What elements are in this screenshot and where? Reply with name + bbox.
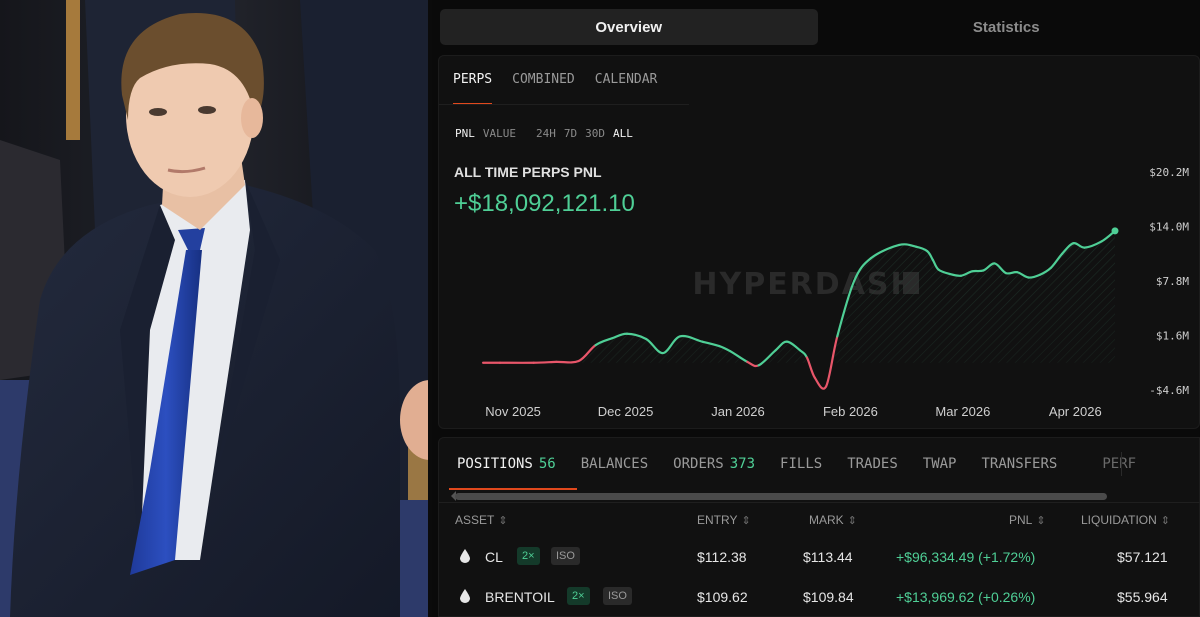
x-axis-tick-label: Nov 2025 (485, 404, 541, 419)
horizontal-scrollbar[interactable] (455, 493, 1107, 500)
tab-trades[interactable]: TRADES (847, 456, 898, 472)
tab-label: BALANCES (580, 456, 649, 472)
column-header-entry[interactable]: ENTRY ⇕ (697, 513, 751, 527)
droplet-icon (460, 549, 470, 563)
pnl-line-segment (971, 269, 985, 273)
table-row[interactable]: BRENTOIL 2× ISO $109.62 $109.84 +$13,969… (439, 582, 1200, 612)
positions-tab-bar: POSITIONS 56 BALANCES ORDERS 373 FILLS TRA… (457, 456, 1161, 472)
chart-area-fill (483, 230, 1115, 363)
pnl-line-segment (813, 376, 828, 390)
x-axis-tick-label: Dec 2025 (598, 404, 654, 419)
tab-statistics[interactable]: Statistics (818, 9, 1196, 45)
column-label: MARK (809, 513, 844, 527)
tab-orders[interactable]: ORDERS 373 (673, 456, 755, 472)
portrait-photo (0, 0, 428, 617)
leverage-badge: 2× (517, 547, 540, 565)
active-tab-indicator (449, 488, 577, 490)
tab-separator (1121, 452, 1122, 476)
pnl-chart: HYPERDASH$20.2M$14.0M$7.8M$1.6M-$4.6MNov… (482, 166, 1189, 419)
droplet-icon (460, 589, 470, 603)
tab-positions[interactable]: POSITIONS 56 (457, 456, 556, 472)
liquidation-price: $55.964 (1117, 589, 1168, 605)
table-divider (439, 502, 1200, 503)
x-axis-tick-label: Feb 2026 (823, 404, 878, 419)
portrait-illustration (0, 0, 428, 617)
mark-price: $109.84 (803, 589, 854, 605)
entry-price: $109.62 (697, 589, 748, 605)
pnl-line-segment (555, 359, 580, 364)
pnl-line-segment (532, 360, 558, 364)
column-label: PNL (1009, 513, 1033, 527)
tab-label: TRADES (847, 456, 898, 472)
x-axis-tick-label: Apr 2026 (1049, 404, 1102, 419)
tab-transfers[interactable]: TRANSFERS (981, 456, 1057, 472)
leverage-badge: 2× (567, 587, 590, 605)
positions-card: POSITIONS 56 BALANCES ORDERS 373 FILLS TRA… (438, 437, 1200, 617)
orders-count: 373 (729, 456, 756, 472)
tab-label: POSITIONS (457, 456, 533, 472)
liquidation-price: $57.121 (1117, 549, 1168, 565)
position-pnl: +$13,969.62 (+0.26%) (896, 589, 1036, 605)
sort-icon: ⇕ (1160, 515, 1171, 527)
y-axis-tick-label: $1.6M (1156, 330, 1189, 343)
positions-count: 56 (538, 456, 556, 472)
column-label: LIQUIDATION (1081, 513, 1157, 527)
asset-name: CL (485, 549, 503, 565)
tab-fills[interactable]: FILLS (780, 456, 822, 472)
tab-balances[interactable]: BALANCES (581, 456, 648, 472)
pnl-line-segment (805, 356, 816, 379)
sort-icon: ⇕ (741, 515, 751, 527)
pnl-end-point (1111, 227, 1119, 235)
tab-label: TRANSFERS (981, 456, 1058, 472)
y-axis-tick-label: -$4.6M (1149, 384, 1189, 397)
y-axis-tick-label: $20.2M (1149, 166, 1189, 179)
pnl-chart-card: PERPS COMBINED CALENDAR PNL VALUE 24H 7D… (438, 55, 1200, 429)
margin-badge: ISO (603, 587, 632, 605)
tab-perf[interactable]: PERF (1102, 456, 1136, 472)
top-tab-bar: Overview Statistics (440, 9, 1195, 45)
tab-label: FILLS (780, 456, 823, 472)
column-header-pnl[interactable]: PNL ⇕ (1009, 513, 1046, 527)
position-pnl: +$96,334.49 (+1.72%) (896, 549, 1036, 565)
trading-dashboard: Overview Statistics PERPS COMBINED CALEN… (432, 0, 1200, 617)
y-axis-tick-label: $7.8M (1156, 275, 1189, 288)
column-label: ENTRY (697, 513, 738, 527)
column-header-asset[interactable]: ASSET ⇕ (455, 513, 508, 527)
tab-label: PERF (1102, 456, 1137, 472)
table-row[interactable]: CL 2× ISO $112.38 $113.44 +$96,334.49 (+… (439, 542, 1200, 572)
tab-overview[interactable]: Overview (440, 9, 818, 45)
sort-icon: ⇕ (1036, 515, 1046, 527)
y-axis-tick-label: $14.0M (1149, 221, 1189, 234)
mark-price: $113.44 (803, 549, 853, 565)
tab-twap[interactable]: TWAP (923, 456, 957, 472)
x-axis-tick-label: Mar 2026 (935, 404, 990, 419)
sort-icon: ⇕ (498, 515, 508, 527)
column-label: ASSET (455, 513, 495, 527)
pnl-line-segment (948, 272, 963, 277)
entry-price: $112.38 (697, 549, 747, 565)
tab-label: TWAP (922, 456, 957, 472)
sort-icon: ⇕ (847, 515, 857, 527)
asset-name: BRENTOIL (485, 589, 555, 605)
column-header-liquidation[interactable]: LIQUIDATION ⇕ (1081, 513, 1170, 527)
x-axis-tick-label: Jan 2026 (711, 404, 765, 419)
margin-badge: ISO (551, 547, 580, 565)
tab-label: ORDERS (673, 456, 724, 472)
column-header-mark[interactable]: MARK ⇕ (809, 513, 857, 527)
pnl-line-segment (746, 360, 760, 368)
